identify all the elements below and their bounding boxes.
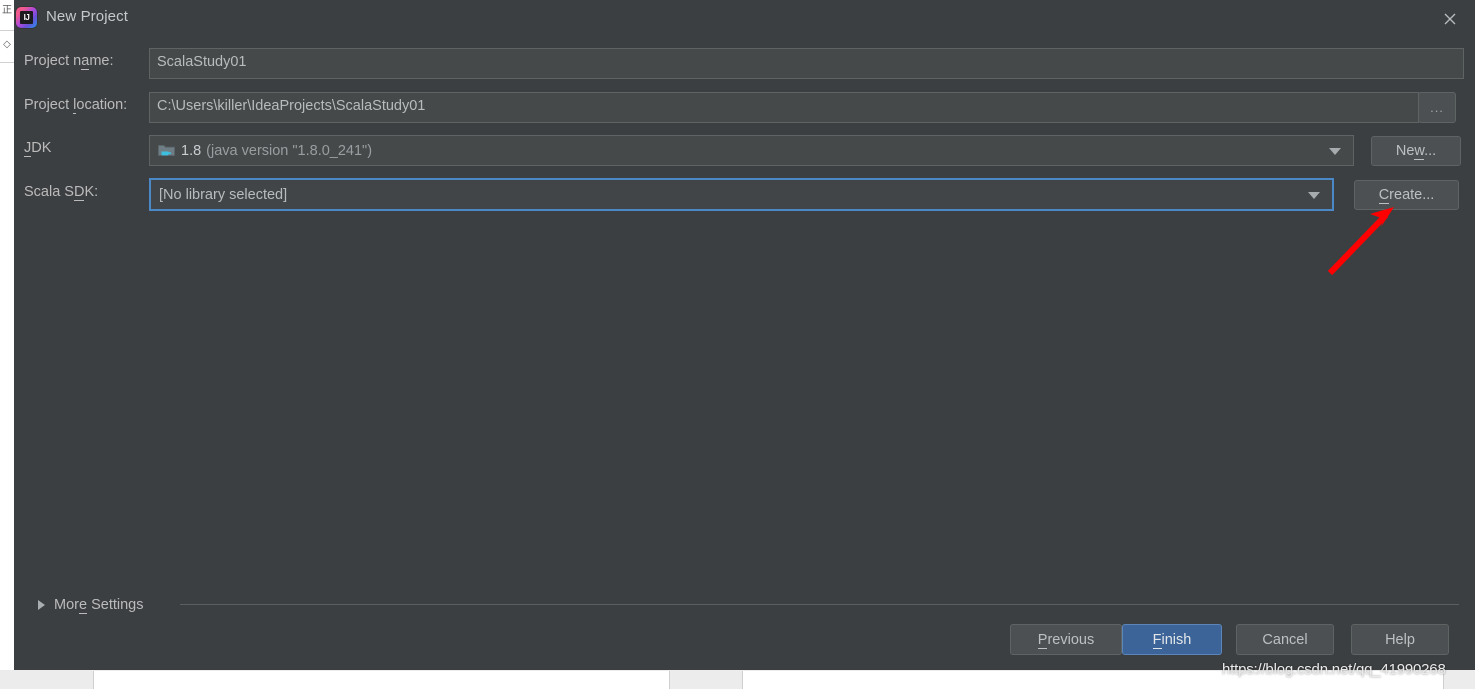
- background-bottom-tab-1: [93, 671, 670, 689]
- more-settings-label: More Settings: [54, 597, 144, 614]
- jdk-folder-icon: [158, 143, 175, 158]
- dialog-titlebar: IJ New Project: [14, 0, 1475, 38]
- project-location-label: Project location:: [24, 97, 128, 114]
- background-left-glyph-top: 正: [2, 5, 12, 16]
- close-icon[interactable]: [1435, 4, 1465, 34]
- background-left-strip: 正 ◇: [0, 0, 15, 670]
- help-button[interactable]: Help: [1351, 624, 1449, 655]
- finish-button[interactable]: Finish: [1122, 624, 1222, 655]
- project-name-label: Project name:: [24, 53, 114, 70]
- cancel-button[interactable]: Cancel: [1236, 624, 1334, 655]
- jdk-version-detail: (java version "1.8.0_241"): [206, 142, 373, 159]
- watermark-text: https://blog.csdn.net/qq_41990268: [1222, 661, 1446, 678]
- jdk-new-button[interactable]: New...: [1371, 136, 1461, 166]
- project-name-input[interactable]: ScalaStudy01: [149, 48, 1464, 79]
- new-project-dialog: IJ New Project Project name: ScalaStudy0…: [14, 0, 1475, 670]
- scala-sdk-dropdown-arrow-icon[interactable]: [1308, 191, 1320, 199]
- browse-location-button[interactable]: ...: [1418, 92, 1456, 123]
- dialog-title: New Project: [46, 8, 128, 25]
- scala-sdk-create-button[interactable]: Create...: [1354, 180, 1459, 210]
- jdk-version-value: 1.8: [181, 142, 202, 159]
- project-location-input[interactable]: C:\Users\killer\IdeaProjects\ScalaStudy0…: [149, 92, 1419, 123]
- intellij-idea-icon: IJ: [16, 7, 37, 28]
- more-settings-separator: [180, 604, 1459, 605]
- jdk-combobox[interactable]: 1.8 (java version "1.8.0_241"): [149, 135, 1354, 166]
- scala-sdk-combobox[interactable]: [No library selected]: [149, 178, 1334, 211]
- scala-sdk-value: [No library selected]: [159, 186, 288, 203]
- triangle-right-icon: [38, 600, 45, 610]
- jdk-dropdown-arrow-icon[interactable]: [1329, 147, 1341, 155]
- screen-root: 正 ◇ IJ New Project Project name: ScalaSt…: [0, 0, 1475, 689]
- app-icon-label: IJ: [23, 13, 30, 22]
- jdk-label: JDK: [24, 140, 52, 157]
- scala-sdk-label: Scala SDK:: [24, 184, 99, 201]
- more-settings-toggle[interactable]: More Settings: [38, 595, 143, 615]
- background-left-glyph-mid: ◇: [3, 39, 11, 50]
- previous-button[interactable]: Previous: [1010, 624, 1122, 655]
